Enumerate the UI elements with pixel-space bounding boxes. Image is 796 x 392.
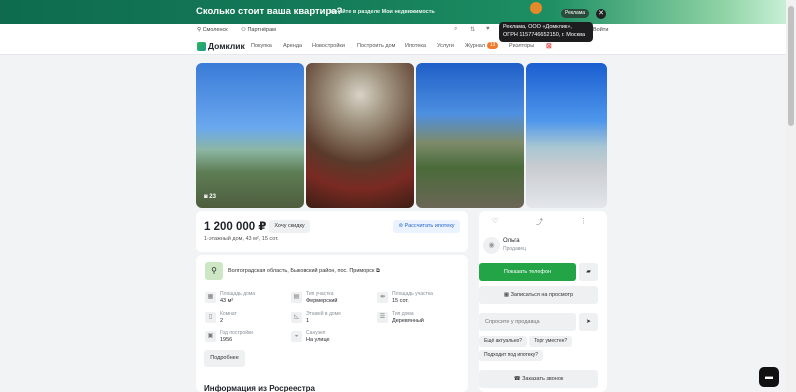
request-call-button[interactable]: ☎ Заказать звонок	[479, 370, 598, 388]
map-pin-icon[interactable]: ⚲	[205, 262, 223, 280]
nav-item-realtors[interactable]: Риэлторы	[509, 43, 534, 49]
seller-name: Ольга	[503, 238, 520, 244]
search-icon[interactable]: ⌕	[454, 26, 457, 33]
nav-item-build-house[interactable]: Построить дом	[357, 43, 395, 49]
gallery-photo[interactable]	[526, 63, 607, 208]
city-selector[interactable]: ⚲ Смоленск	[197, 27, 228, 33]
camera-icon: ◙	[204, 194, 208, 200]
phone-icon: ☎	[513, 376, 521, 382]
toilet-icon: ◒	[291, 331, 302, 342]
avatar: ◉	[483, 237, 500, 254]
support-chat-button[interactable]: ▬	[759, 367, 779, 387]
price-card: 1 200 000 ₽ Хочу скидку 1-этажный дом, 4…	[196, 211, 468, 252]
calendar-icon: ▣	[205, 331, 216, 342]
banner-subtitle: Узнайте в разделе Мои недвижимость	[330, 9, 435, 15]
logo-text: Домклик	[208, 41, 245, 51]
ad-logo-icon	[530, 2, 542, 14]
login-link[interactable]: Войти	[593, 27, 608, 33]
ruler-icon: ▦	[205, 292, 216, 303]
area-icon: ⇹	[377, 292, 388, 303]
banner-title: Сколько стоит ваша квартира?	[196, 6, 343, 17]
ad-label[interactable]: Реклама	[561, 9, 590, 18]
seller-role: Продавец	[503, 246, 526, 252]
favorite-heart-icon[interactable]: ♡	[492, 217, 498, 225]
share-icon[interactable]: ⤴	[536, 217, 543, 227]
logo[interactable]: Домклик	[197, 41, 245, 51]
listing-price: 1 200 000 ₽	[204, 221, 267, 233]
door-icon: ▯	[205, 312, 216, 323]
plot-icon: ▤	[291, 292, 302, 303]
mortgage-calc-button[interactable]: ⊜ Рассчитать ипотеку	[393, 220, 460, 233]
copy-icon[interactable]: ⧉	[376, 268, 380, 274]
quick-question-chip[interactable]: Торг уместен?	[529, 336, 573, 347]
listing-summary: 1-этажный дом, 43 м², 15 сот.	[204, 236, 279, 242]
more-options-icon[interactable]: ⋮	[580, 217, 587, 225]
quick-question-chip[interactable]: Подходит под ипотеку?	[479, 350, 544, 361]
gallery-photo[interactable]	[416, 63, 524, 208]
send-icon[interactable]: ➤	[579, 313, 598, 331]
close-icon[interactable]: ✕	[596, 9, 606, 19]
calculator-icon: ⊜	[398, 223, 404, 229]
logo-icon	[197, 41, 206, 51]
chat-bubble-icon: ▬	[765, 372, 773, 381]
nav-item-mortgage[interactable]: Ипотека	[405, 43, 426, 49]
partners-link[interactable]: ⚇ Партнёрам	[241, 27, 276, 33]
photo-count[interactable]: ◙ 23	[204, 194, 216, 200]
favorites-icon[interactable]: ♥	[486, 26, 490, 32]
seller-card: ♡ ⤴ ⋮ ◉ Ольга Продавец Показать телефон …	[479, 211, 607, 392]
nav-item-rent[interactable]: Аренда	[283, 43, 302, 49]
rosreestr-section-title: Информация из Росреестра	[204, 384, 315, 392]
nav-item-journal[interactable]: Журнал	[465, 43, 485, 49]
more-details-button[interactable]: Подробнее	[204, 350, 245, 367]
compare-icon[interactable]: ⇅	[470, 26, 475, 33]
scrollbar[interactable]	[786, 0, 796, 392]
chat-icon[interactable]: ▰	[579, 263, 598, 281]
stairs-icon: ◺	[291, 312, 302, 323]
discount-button[interactable]: Хочу скидку	[269, 220, 310, 233]
journal-badge: 13	[487, 42, 498, 49]
top-utility-bar: ⚲ Смоленск ⚇ Партнёрам ⌕ ⇅ ♥ Войти	[0, 24, 786, 37]
nav-item-purchase[interactable]: Покупка	[251, 43, 272, 49]
gallery-photo[interactable]	[196, 63, 304, 208]
property-info-card: ⚲ Волгоградская область, Быковский район…	[196, 255, 468, 392]
nav-item-new-buildings[interactable]: Новостройки	[312, 43, 345, 49]
show-phone-button[interactable]: Показать телефон	[479, 263, 576, 281]
calendar-icon: ▦	[503, 292, 510, 298]
address: Волгоградская область, Быковский район, …	[228, 268, 380, 274]
wall-icon: ☰	[377, 312, 388, 323]
schedule-viewing-button[interactable]: ▦ Записаться на просмотр	[479, 286, 598, 304]
gallery-photo[interactable]	[306, 63, 414, 208]
ask-seller-input[interactable]	[479, 313, 576, 331]
main-nav: Домклик Покупка Аренда Новостройки Постр…	[0, 37, 786, 55]
ad-tooltip: Реклама, ООО «Домклик», ОГРН 11577466521…	[499, 22, 593, 42]
sber-logo-icon[interactable]: ⊠	[546, 42, 552, 50]
ad-banner[interactable]: Сколько стоит ваша квартира? Узнайте в р…	[0, 0, 786, 24]
scrollbar-thumb[interactable]	[788, 6, 794, 126]
nav-item-services[interactable]: Услуги	[437, 43, 454, 49]
quick-question-chip[interactable]: Ещё актуально?	[479, 336, 528, 347]
